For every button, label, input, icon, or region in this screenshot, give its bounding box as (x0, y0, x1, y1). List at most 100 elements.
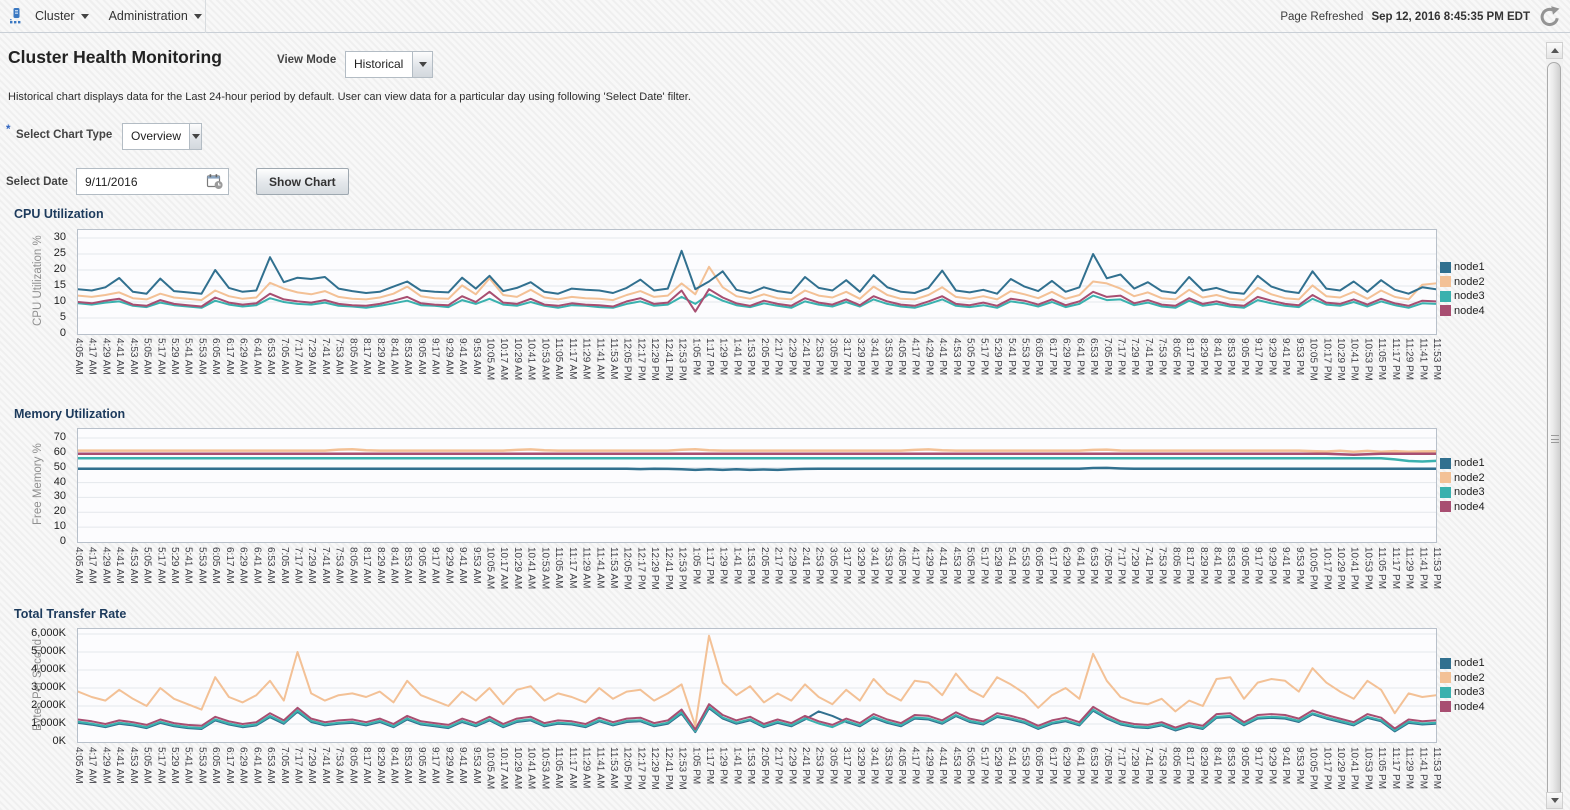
plot-area (77, 229, 1437, 335)
x-tick-label: 9:53 AM (470, 547, 482, 584)
view-mode-select[interactable]: Historical (345, 51, 433, 78)
x-tick-label: 8:53 PM (1225, 547, 1237, 585)
legend-label: node2 (1454, 471, 1485, 484)
scrollbar-down-button[interactable] (1546, 792, 1563, 809)
x-tick-label: 7:05 PM (1101, 747, 1113, 785)
x-tick-label: 3:29 PM (854, 547, 866, 585)
cluster-target-icon (0, 7, 25, 25)
series-line-node2 (78, 448, 1436, 454)
y-tick-label: 60 (53, 445, 66, 458)
menu-administration[interactable]: Administration (99, 0, 212, 33)
x-tick-label: 5:17 PM (978, 747, 990, 785)
x-tick-label: 7:17 AM (292, 338, 304, 375)
x-tick-label: 10:41 PM (1348, 547, 1360, 590)
x-tick-label: 9:53 PM (1293, 747, 1305, 785)
x-tick-label: 7:29 PM (1129, 338, 1141, 376)
x-tick-label: 9:17 AM (429, 747, 441, 784)
x-tick-label: 11:53 PM (1431, 547, 1442, 590)
y-tick-label: 2,000K (31, 699, 66, 711)
refresh-icon[interactable] (1538, 5, 1562, 29)
x-tick-label: 7:41 PM (1142, 547, 1154, 585)
legend-label: node4 (1454, 500, 1485, 513)
x-tick-label: 10:41 PM (1348, 338, 1360, 381)
x-tick-label: 9:05 AM (415, 547, 427, 584)
x-tick-label: 7:05 AM (278, 747, 290, 784)
x-tick-label: 4:53 AM (127, 338, 139, 375)
y-tick-label: 50 (53, 460, 66, 473)
chart-type-select[interactable]: Overview (122, 123, 202, 150)
x-tick-label: 8:05 PM (1170, 547, 1182, 585)
x-tick-label: 10:41 AM (525, 547, 537, 590)
x-tick-label: 11:05 AM (553, 338, 565, 380)
x-tick-label: 7:41 PM (1142, 338, 1154, 376)
x-tick-label: 6:41 PM (1074, 547, 1086, 585)
show-chart-button[interactable]: Show Chart (256, 168, 349, 195)
x-tick-label: 4:17 PM (909, 747, 921, 785)
y-tick-label: 30 (53, 231, 66, 243)
x-tick-label: 10:05 AM (484, 338, 496, 381)
legend-swatch (1440, 276, 1451, 288)
x-tick-label: 5:05 AM (141, 747, 153, 784)
y-tick-label: 1,000K (31, 717, 66, 729)
select-date-value: 9/11/2016 (85, 174, 138, 189)
x-tick-label: 5:41 PM (1005, 338, 1017, 376)
x-tick-label: 9:41 AM (457, 338, 469, 375)
legend-label: node4 (1454, 700, 1485, 713)
x-tick-label: 12:53 PM (676, 338, 688, 381)
x-tick-label: 2:29 PM (786, 338, 798, 376)
legend-swatch (1440, 686, 1451, 698)
calendar-picker-icon[interactable] (202, 173, 228, 190)
x-tick-label: 5:41 AM (182, 747, 194, 784)
select-chart-type-label: Select Chart Type (16, 129, 113, 141)
select-date-field[interactable]: 9/11/2016 (76, 168, 229, 195)
x-tick-label: 10:29 AM (511, 747, 523, 790)
x-tick-label: 8:29 PM (1197, 747, 1209, 785)
x-tick-label: 6:17 AM (223, 338, 235, 375)
x-tick-label: 5:05 AM (141, 338, 153, 375)
x-tick-label: 8:53 PM (1225, 747, 1237, 785)
x-tick-label: 7:17 PM (1115, 338, 1127, 376)
legend-item-node1: node1 (1440, 656, 1485, 671)
x-tick-label: 1:17 PM (703, 547, 715, 585)
total-transfer-rate-chart: Total Transfer Rate Bytes Per Second 0K 1… (0, 605, 1570, 810)
x-tick-label: 5:05 PM (964, 547, 976, 585)
x-tick-label: 8:05 PM (1170, 747, 1182, 785)
x-tick-label: 7:29 PM (1129, 747, 1141, 785)
x-tick-label: 10:17 AM (498, 747, 510, 790)
x-tick-label: 12:29 PM (649, 338, 661, 381)
x-tick-label: 12:41 PM (662, 338, 674, 381)
y-tick-label: 0 (59, 327, 66, 339)
x-tick-label: 10:29 AM (511, 547, 523, 590)
menu-cluster[interactable]: Cluster (25, 0, 99, 33)
x-tick-label: 10:05 PM (1307, 747, 1319, 790)
x-tick-label: 11:29 PM (1403, 338, 1415, 381)
x-tick-label: 11:05 AM (553, 547, 565, 589)
view-mode-dropdown-button[interactable] (412, 52, 432, 77)
scrollbar-up-button[interactable] (1546, 42, 1563, 59)
scrollbar-thumb[interactable] (1547, 62, 1561, 798)
x-tick-label: 5:53 AM (196, 747, 208, 784)
x-tick-label: 3:17 PM (841, 747, 853, 785)
x-tick-label: 10:53 AM (539, 747, 551, 790)
x-tick-label: 8:41 PM (1211, 747, 1223, 785)
y-tick-label: 30 (53, 490, 66, 503)
x-tick-label: 4:05 PM (896, 547, 908, 585)
x-tick-label: 10:53 AM (539, 338, 551, 381)
x-tick-label: 6:53 PM (1088, 338, 1100, 376)
chart-type-dropdown-button[interactable] (189, 124, 201, 149)
x-tick-label: 6:17 PM (1046, 747, 1058, 785)
x-tick-label: 4:05 AM (73, 338, 84, 375)
x-tick-label: 11:41 AM (594, 547, 606, 589)
x-tick-label: 5:41 AM (182, 338, 194, 375)
vertical-scrollbar[interactable] (1546, 40, 1563, 810)
x-tick-label: 11:53 PM (1431, 338, 1442, 381)
x-tick-label: 11:41 PM (1417, 747, 1429, 790)
line-chart-canvas (78, 237, 1436, 319)
x-tick-label: 9:17 PM (1252, 338, 1264, 376)
x-tick-label: 11:17 PM (1389, 338, 1401, 381)
line-chart-canvas (78, 437, 1436, 528)
x-tick-label: 9:29 AM (443, 747, 455, 784)
x-tick-label: 2:17 PM (772, 747, 784, 785)
x-tick-label: 3:41 PM (868, 338, 880, 376)
x-axis-labels: 4:05 AM 4:17 AM 4:29 AM 4:41 AM 4:53 AM 5:05 … (73, 336, 1449, 402)
